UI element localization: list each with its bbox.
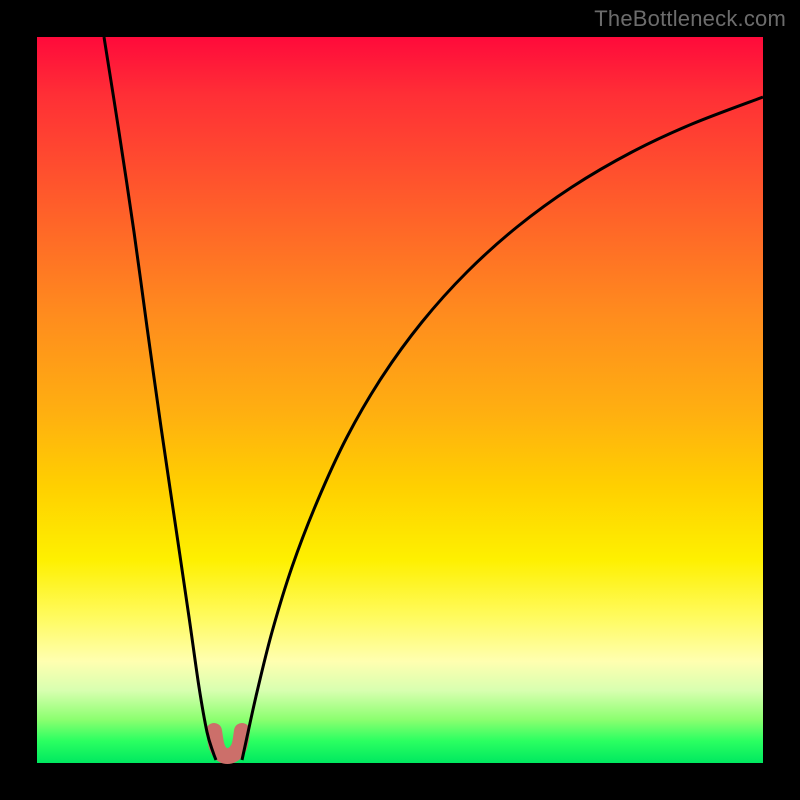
valley-marker-path — [214, 731, 242, 756]
left-branch-curve — [104, 37, 216, 760]
watermark-text: TheBottleneck.com — [594, 6, 786, 32]
right-branch-curve — [242, 97, 763, 760]
chart-svg — [37, 37, 763, 763]
chart-plot-area — [37, 37, 763, 763]
chart-frame: TheBottleneck.com — [0, 0, 800, 800]
